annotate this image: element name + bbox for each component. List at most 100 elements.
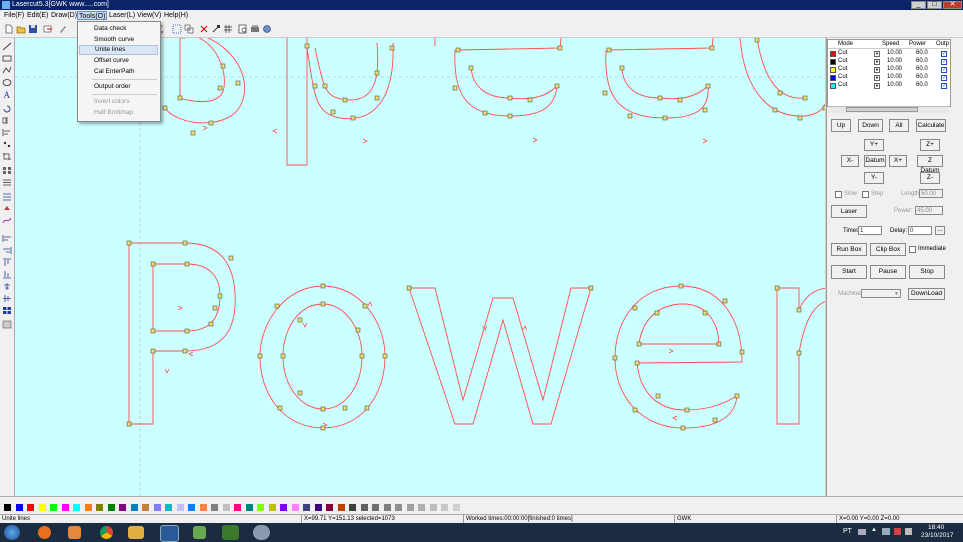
path-node[interactable] — [297, 390, 303, 396]
settings-icon[interactable] — [262, 24, 272, 34]
menu-draw[interactable]: Draw(D) — [50, 11, 78, 20]
output-checkbox[interactable]: ✓ — [941, 67, 947, 73]
menu-item-cal-enterpath[interactable]: Cal EnterPath — [79, 67, 158, 77]
layer-row[interactable]: Cut ▼ 10.00 60.0 ✓ — [828, 82, 949, 90]
language-indicator[interactable]: PT — [843, 528, 852, 535]
path-node[interactable] — [320, 301, 326, 307]
palette-swatch[interactable] — [418, 504, 425, 511]
path-node[interactable] — [312, 83, 318, 89]
center-v-icon[interactable] — [2, 294, 12, 303]
path-node[interactable] — [796, 307, 802, 313]
palette-swatch[interactable] — [314, 504, 322, 511]
path-node[interactable] — [796, 350, 802, 356]
path-node[interactable] — [632, 305, 638, 311]
x-minus-button[interactable]: X- — [841, 155, 859, 167]
path-node[interactable] — [802, 95, 808, 101]
path-node[interactable] — [468, 65, 474, 71]
run-box-button[interactable]: Run Box — [831, 243, 867, 256]
letter-path-e1-bar[interactable] — [457, 38, 562, 51]
y-minus-button[interactable]: Y- — [864, 172, 884, 184]
path-node[interactable] — [182, 348, 188, 354]
path-node[interactable] — [702, 107, 708, 113]
letter-path-p-bowl-inner[interactable] — [314, 42, 379, 101]
palette-swatch[interactable] — [73, 504, 80, 511]
palette-swatch[interactable] — [61, 504, 69, 511]
lasercut-app-icon[interactable] — [253, 525, 270, 540]
path-node[interactable] — [406, 285, 412, 291]
path-node[interactable] — [797, 115, 803, 121]
node-edit-icon[interactable] — [211, 24, 221, 34]
menu-edit[interactable]: Edit(E) — [26, 11, 49, 20]
select-nodes-icon[interactable] — [172, 24, 182, 34]
path-node[interactable] — [322, 83, 328, 89]
path-node[interactable] — [184, 261, 190, 267]
mode-dropdown-icon[interactable]: ▼ — [874, 83, 880, 89]
path-node[interactable] — [588, 285, 594, 291]
path-node[interactable] — [304, 43, 310, 49]
path-node[interactable] — [277, 405, 283, 411]
path-node[interactable] — [359, 353, 365, 359]
pause-button[interactable]: Pause — [870, 265, 906, 279]
import-icon[interactable] — [43, 24, 53, 34]
path-node[interactable] — [619, 65, 625, 71]
letter-path-e-inner[interactable] — [638, 303, 720, 345]
path-node[interactable] — [330, 109, 336, 115]
line-tool-icon[interactable] — [2, 42, 12, 51]
path-node[interactable] — [657, 95, 663, 101]
palette-swatch[interactable] — [176, 504, 184, 511]
palette-swatch[interactable] — [326, 504, 333, 511]
letter-path-p-stem[interactable] — [286, 38, 308, 166]
palette-swatch[interactable] — [4, 504, 11, 511]
path-node[interactable] — [374, 70, 380, 76]
length-input[interactable]: 50.00 — [919, 189, 943, 198]
down-button[interactable]: Down — [858, 119, 883, 132]
mode-dropdown-icon[interactable]: ▼ — [874, 59, 880, 65]
path-node[interactable] — [217, 85, 223, 91]
fill-icon[interactable] — [2, 204, 12, 213]
palette-swatch[interactable] — [268, 504, 276, 511]
path-node[interactable] — [355, 327, 361, 333]
path-node[interactable] — [754, 38, 760, 43]
layer-row[interactable]: Cut ▼ 10.00 60.0 ✓ — [828, 58, 949, 66]
palette-swatch[interactable] — [96, 504, 103, 511]
palette-swatch[interactable] — [119, 504, 126, 511]
path-node[interactable] — [702, 310, 708, 316]
align-top-icon[interactable] — [2, 258, 12, 267]
path-node[interactable] — [527, 97, 533, 103]
volume-icon[interactable] — [905, 528, 912, 535]
path-node[interactable] — [235, 80, 241, 86]
path-node[interactable] — [606, 47, 612, 53]
letter-path-P-outer[interactable] — [128, 242, 236, 425]
menu-view[interactable]: View(V) — [136, 11, 162, 20]
power-input[interactable]: 45.00 — [915, 206, 943, 215]
step-checkbox[interactable] — [862, 191, 869, 198]
palette-swatch[interactable] — [234, 504, 241, 511]
letter-path-S-partial[interactable] — [179, 38, 225, 103]
path-node[interactable] — [126, 421, 132, 427]
close-button[interactable]: ✕ — [943, 1, 962, 9]
path-node[interactable] — [208, 120, 214, 126]
battery-icon[interactable] — [882, 528, 890, 535]
palette-swatch[interactable] — [130, 504, 138, 511]
menu-laser[interactable]: Laser(L) — [108, 11, 136, 20]
z-minus-button[interactable]: Z- — [920, 172, 940, 184]
path-node[interactable] — [739, 349, 745, 355]
path-node[interactable] — [184, 328, 190, 334]
path-node[interactable] — [716, 341, 722, 347]
path-node[interactable] — [274, 303, 280, 309]
align-left-icon[interactable] — [2, 234, 12, 243]
letter-path-S-outer[interactable] — [164, 38, 246, 124]
path-node[interactable] — [280, 353, 286, 359]
palette-swatch[interactable] — [15, 504, 23, 511]
palette-swatch[interactable] — [452, 504, 460, 511]
path-node[interactable] — [722, 298, 728, 304]
path-node[interactable] — [772, 107, 778, 113]
palette-swatch[interactable] — [211, 504, 218, 511]
palette-swatch[interactable] — [337, 504, 345, 511]
output-checkbox[interactable]: ✓ — [941, 51, 947, 57]
path-node[interactable] — [774, 285, 780, 291]
tray-arrow-icon[interactable]: ▲ — [871, 527, 877, 533]
minimize-button[interactable]: _ — [911, 1, 926, 9]
path-node[interactable] — [150, 328, 156, 334]
mode-dropdown-icon[interactable]: ▼ — [874, 75, 880, 81]
